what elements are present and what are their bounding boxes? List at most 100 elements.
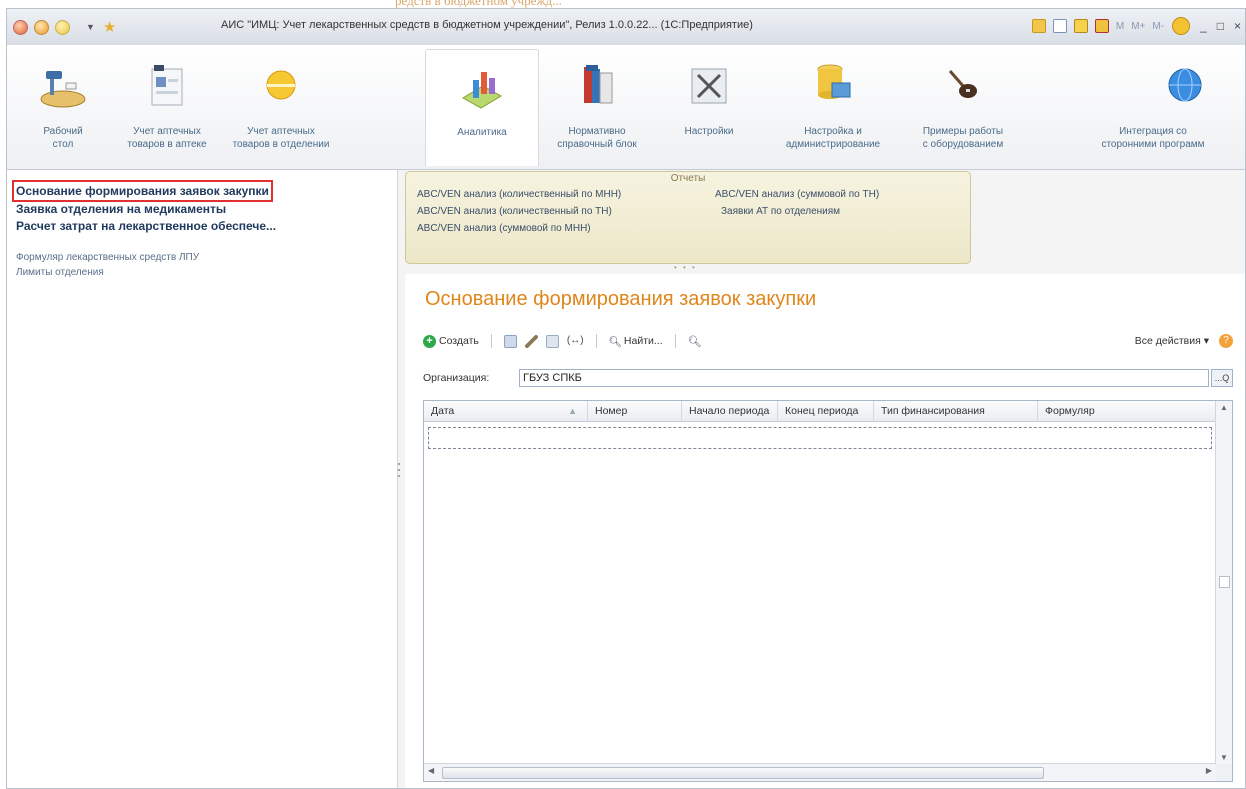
column-label: Дата xyxy=(431,405,455,417)
splitter-handle[interactable] xyxy=(398,459,401,499)
nav-item-department-request[interactable]: Заявка отделения на медикаменты xyxy=(16,202,226,216)
section-label: Настройки xyxy=(684,126,734,137)
scroll-corner xyxy=(1216,764,1232,781)
title-bar-left: ▼ ★ xyxy=(13,18,124,36)
section-settings[interactable]: Настройки xyxy=(653,49,765,165)
nav-item-department-limits[interactable]: Лимиты отделения xyxy=(16,267,104,278)
calendar-icon[interactable] xyxy=(1052,19,1067,33)
section-reference[interactable]: Нормативно справочный блок xyxy=(541,49,653,165)
section-label: Интеграция со сторонними программ xyxy=(1101,126,1205,150)
app-window: ▼ ★ АИС "ИМЦ: Учет лекарственных средств… xyxy=(6,8,1246,789)
list-form: Основание формирования заявок закупки + … xyxy=(405,274,1245,788)
vertical-scrollbar[interactable]: ▲ ▼ xyxy=(1215,401,1232,764)
toolbar-separator xyxy=(671,334,680,348)
section-label: Учет аптечных товаров в аптеке xyxy=(127,126,207,150)
section-equipment[interactable]: Примеры работы с оборудованием xyxy=(907,49,1019,165)
caption-fragment: редств в бюджетном учрежд... xyxy=(0,0,1246,8)
section-label: Аналитика xyxy=(457,127,507,138)
edit-pencil-icon[interactable] xyxy=(524,334,538,348)
department-ledger-icon xyxy=(266,70,296,100)
mark-delete-icon[interactable] xyxy=(545,334,559,348)
column-header-period-start[interactable]: Начало периода xyxy=(682,401,778,421)
toolbar-separator xyxy=(592,334,601,348)
database-icon xyxy=(817,64,851,99)
report-link[interactable]: ABC/VEN анализ (количественный по ТН) xyxy=(417,206,612,217)
section-label: Нормативно справочный блок xyxy=(557,126,637,150)
favorite-icon[interactable] xyxy=(1031,19,1046,33)
organization-select-button[interactable]: ...Q xyxy=(1211,369,1233,387)
list-table[interactable]: Дата ▲ Номер Начало периода Конец период… xyxy=(423,400,1233,782)
scroll-left-icon[interactable]: ◀ xyxy=(428,766,434,775)
maximize-button[interactable]: □ xyxy=(1217,19,1224,33)
nav-item-cost-calculation[interactable]: Расчет затрат на лекарственное обеспече.… xyxy=(16,219,276,233)
reports-panel: Отчеты ABC/VEN анализ (количественный по… xyxy=(405,171,971,272)
column-header-finance-type[interactable]: Тип финансирования xyxy=(874,401,1038,421)
form-title: Основание формирования заявок закупки xyxy=(425,288,817,310)
nav-item-formulary[interactable]: Формуляр лекарственных средств ЛПУ xyxy=(16,252,199,263)
create-button[interactable]: + Создать xyxy=(423,334,479,348)
clipboard-icon[interactable] xyxy=(1094,19,1109,33)
books-icon xyxy=(584,65,613,104)
title-bar: ▼ ★ АИС "ИМЦ: Учет лекарственных средств… xyxy=(7,9,1245,46)
find-button[interactable]: 🔍︎ Найти... xyxy=(609,335,663,348)
find-label: Найти... xyxy=(623,335,663,347)
section-label: Рабочий стол xyxy=(43,126,83,150)
report-link[interactable]: ABC/VEN анализ (суммовой по МНН) xyxy=(417,223,591,234)
hierarchy-icon[interactable]: (↔) xyxy=(567,335,584,348)
scroll-right-icon[interactable]: ▶ xyxy=(1206,766,1212,775)
analytics-chart-icon xyxy=(462,72,502,109)
pharmacy-ledger-icon xyxy=(151,65,183,106)
section-pharmacy-accounting[interactable]: Учет аптечных товаров в аптеке xyxy=(111,49,223,165)
mem-button[interactable]: M xyxy=(1116,21,1124,32)
scroll-thumb[interactable] xyxy=(442,767,1044,779)
calculator-icon[interactable] xyxy=(1073,19,1088,33)
report-link[interactable]: ABC/VEN анализ (суммовой по ТН) xyxy=(715,189,879,200)
favorites-star-icon[interactable]: ★ xyxy=(103,18,116,36)
scroll-down-icon[interactable]: ▼ xyxy=(1216,753,1232,762)
section-analytics[interactable]: Аналитика xyxy=(425,49,539,166)
section-integration[interactable]: Интеграция со сторонними программ xyxy=(1037,49,1237,165)
toolbar-separator xyxy=(487,334,496,348)
cancel-search-icon[interactable]: 🔍︎ xyxy=(688,335,702,348)
app-menu-icon[interactable] xyxy=(13,19,28,35)
horizontal-scrollbar[interactable]: ◀ ▶ xyxy=(424,763,1216,781)
close-button[interactable]: × xyxy=(1234,19,1241,33)
reports-header: Отчеты xyxy=(670,173,706,184)
section-label: Примеры работы с оборудованием xyxy=(922,126,1004,150)
scroll-up-icon[interactable]: ▲ xyxy=(1216,403,1232,412)
reports-grip[interactable]: • • • xyxy=(674,263,697,272)
main-menu-icon[interactable] xyxy=(34,19,49,35)
section-label: Учет аптечных товаров в отделении xyxy=(232,126,330,150)
table-header: Дата ▲ Номер Начало периода Конец период… xyxy=(424,401,1216,422)
column-header-formulary[interactable]: Формуляр xyxy=(1038,401,1130,421)
empty-row[interactable] xyxy=(428,427,1212,449)
title-bar-tools: M M+ M- _ □ × xyxy=(1025,17,1241,35)
all-actions-menu[interactable]: Все действия ▾ xyxy=(1135,335,1209,347)
section-department-accounting[interactable]: Учет аптечных товаров в отделении xyxy=(225,49,337,165)
column-header-date[interactable]: Дата ▲ xyxy=(424,401,588,421)
window-title: АИС "ИМЦ: Учет лекарственных средств в б… xyxy=(221,19,753,31)
help-icon[interactable]: ? xyxy=(1219,334,1233,348)
section-label: Настройка и администрирование xyxy=(785,126,881,150)
column-header-period-end[interactable]: Конец периода xyxy=(778,401,874,421)
section-administration[interactable]: Настройка и администрирование xyxy=(777,49,889,165)
desk-icon xyxy=(40,71,86,108)
dropdown-arrow-icon[interactable]: ▼ xyxy=(86,22,95,32)
minimize-button[interactable]: _ xyxy=(1200,19,1207,33)
organization-field[interactable]: ГБУЗ СПКБ xyxy=(519,369,1209,387)
settings-icon xyxy=(691,68,727,104)
nav-item-purchase-basis[interactable]: Основание формирования заявок закупки xyxy=(12,180,273,202)
report-link[interactable]: Заявки АТ по отделениям xyxy=(721,206,840,217)
scroll-thumb[interactable] xyxy=(1219,576,1230,588)
mem-plus-button[interactable]: M+ xyxy=(1131,21,1145,32)
search-icon: 🔍︎ xyxy=(608,335,622,348)
left-navigation: Основание формирования заявок закупки За… xyxy=(7,170,398,788)
section-desktop[interactable]: Рабочий стол xyxy=(7,49,119,165)
copy-icon[interactable] xyxy=(503,334,517,348)
report-link[interactable]: ABC/VEN анализ (количественный по МНН) xyxy=(417,189,621,200)
info-icon[interactable] xyxy=(1172,17,1191,35)
mem-minus-button[interactable]: M- xyxy=(1152,21,1164,32)
command-bar: + Создать (↔) 🔍︎ Найти... 🔍︎ Все действи… xyxy=(423,330,1233,352)
back-icon[interactable] xyxy=(55,19,70,35)
column-header-number[interactable]: Номер xyxy=(588,401,682,421)
